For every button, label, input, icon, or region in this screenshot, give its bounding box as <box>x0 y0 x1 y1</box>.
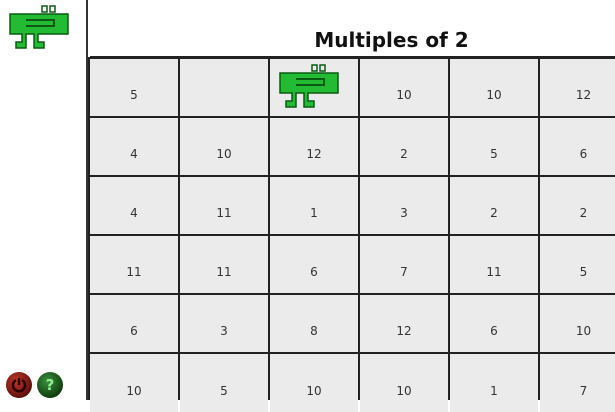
grid-cell[interactable]: 12 <box>270 118 358 175</box>
grid-cell[interactable]: 1 <box>450 354 538 412</box>
cell-number: 11 <box>216 206 232 220</box>
title-bar: Multiples of 2 <box>90 0 615 58</box>
grid-cell[interactable]: 12 <box>360 295 448 352</box>
grid-cell[interactable]: 5 <box>90 59 178 116</box>
grid-cell[interactable]: 11 <box>90 236 178 293</box>
grid-cell[interactable]: 7 <box>360 236 448 293</box>
grid-cell[interactable]: 10 <box>450 59 538 116</box>
grid-cell[interactable] <box>180 59 268 116</box>
cell-number: 11 <box>126 265 142 279</box>
grid-cell[interactable]: 6 <box>450 295 538 352</box>
cell-number: 6 <box>579 147 588 161</box>
green-muncher-icon <box>9 5 69 49</box>
cell-number: 1 <box>310 206 318 220</box>
cell-number: 5 <box>220 384 228 398</box>
player-muncher-icon <box>279 64 339 108</box>
cell-number: 1 <box>490 384 498 398</box>
cell-number: 5 <box>130 88 138 102</box>
grid-cell[interactable]: 4 <box>90 177 178 234</box>
cell-number: 7 <box>400 265 408 279</box>
grid-cell[interactable]: 1 <box>270 177 358 234</box>
cell-number: 6 <box>130 324 138 338</box>
grid-cell[interactable] <box>270 59 358 116</box>
grid-cell[interactable]: 5 <box>540 236 615 293</box>
cell-number: 10 <box>126 384 142 398</box>
grid-cell[interactable]: 11 <box>180 236 268 293</box>
grid-cell[interactable]: 2 <box>360 118 448 175</box>
cell-number: 10 <box>396 384 412 398</box>
grid-cell[interactable]: 5 <box>180 354 268 412</box>
grid-cell[interactable]: 4 <box>90 118 178 175</box>
grid-cell[interactable]: 8 <box>270 295 358 352</box>
cell-number: 5 <box>490 147 498 161</box>
grid-cell[interactable]: 10 <box>270 354 358 412</box>
grid-cell[interactable]: 6 <box>270 236 358 293</box>
cell-number: 3 <box>220 324 228 338</box>
game-grid: 5 10 10 12 4 10 12 2 5 6 4 11 1 3 2 2 11 11 6 7 11 5 6 3 8 12 6 10 1… <box>88 57 615 412</box>
cell-number: 7 <box>579 384 588 398</box>
cell-number: 12 <box>306 147 322 161</box>
quit-icon <box>11 378 27 393</box>
grid-cell[interactable]: 6 <box>90 295 178 352</box>
cell-number: 5 <box>579 265 588 279</box>
grid-cell[interactable]: 7 <box>540 354 615 412</box>
cell-number: 2 <box>400 147 408 161</box>
grid-cell[interactable]: 10 <box>360 59 448 116</box>
help-button[interactable]: ? <box>37 372 63 398</box>
grid-cell[interactable]: 5 <box>450 118 538 175</box>
cell-number: 10 <box>396 88 412 102</box>
cell-number: 4 <box>130 206 138 220</box>
cell-number: 11 <box>216 265 232 279</box>
page-title: Multiples of 2 <box>314 28 469 52</box>
grid-cell[interactable]: 10 <box>180 118 268 175</box>
cell-number: 3 <box>400 206 408 220</box>
quit-button[interactable] <box>6 372 32 398</box>
grid-cell[interactable]: 3 <box>180 295 268 352</box>
grid-cell[interactable]: 10 <box>540 295 615 352</box>
help-icon: ? <box>45 376 55 394</box>
cell-number: 6 <box>310 265 318 279</box>
cell-number: 8 <box>310 324 318 338</box>
cell-number: 6 <box>490 324 498 338</box>
grid-cell[interactable]: 11 <box>180 177 268 234</box>
sidebar: ? <box>0 0 88 400</box>
grid-cell[interactable]: 6 <box>540 118 615 175</box>
grid-cell[interactable]: 12 <box>540 59 615 116</box>
cell-number: 10 <box>306 384 322 398</box>
cell-number: 11 <box>486 265 502 279</box>
grid-cell[interactable]: 11 <box>450 236 538 293</box>
grid-cell[interactable]: 2 <box>540 177 615 234</box>
grid-cell[interactable]: 10 <box>360 354 448 412</box>
cell-number: 12 <box>575 88 592 102</box>
grid-cell[interactable]: 10 <box>90 354 178 412</box>
cell-number: 2 <box>490 206 498 220</box>
cell-number: 10 <box>216 147 232 161</box>
cell-number: 2 <box>579 206 588 220</box>
grid-cell[interactable]: 3 <box>360 177 448 234</box>
cell-number: 4 <box>130 147 138 161</box>
cell-number: 10 <box>486 88 502 102</box>
cell-number: 12 <box>396 324 412 338</box>
cell-number: 10 <box>575 324 592 338</box>
grid-cell[interactable]: 2 <box>450 177 538 234</box>
